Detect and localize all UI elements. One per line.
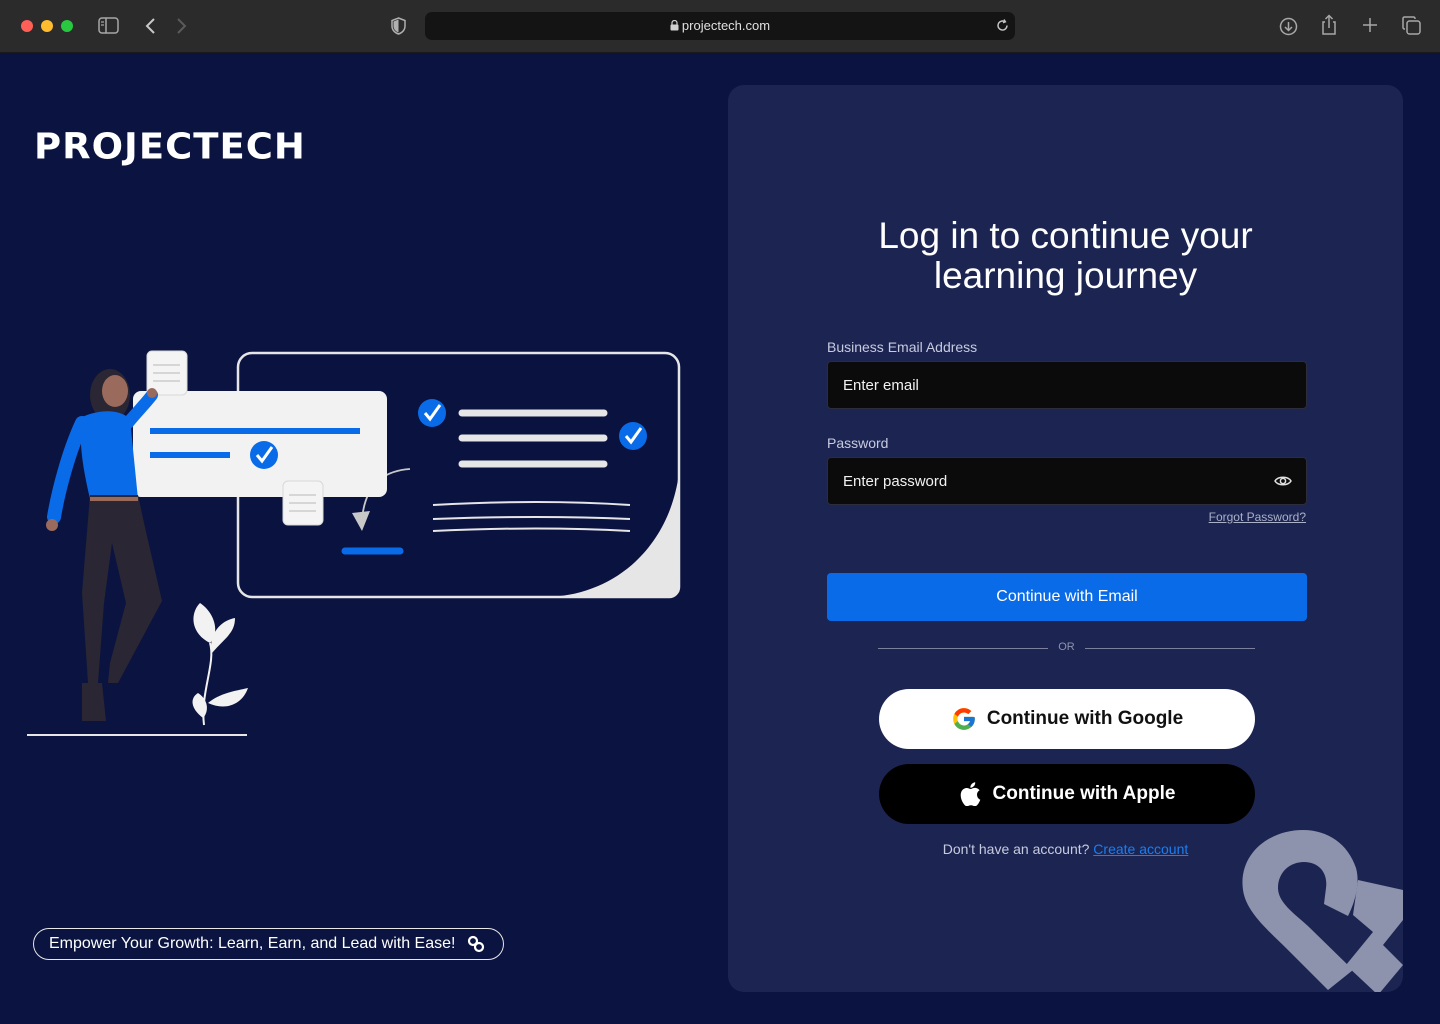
login-card: Log in to continue your learning journey…	[728, 85, 1403, 992]
hero-illustration	[27, 350, 681, 736]
continue-with-email-button[interactable]: Continue with Email	[827, 573, 1307, 621]
show-password-eye-icon[interactable]	[1274, 473, 1292, 489]
password-field[interactable]: Enter password	[827, 457, 1307, 505]
no-account-text: Don't have an account?	[942, 841, 1090, 857]
apple-icon	[960, 782, 980, 806]
google-button-label: Continue with Google	[986, 708, 1184, 729]
forgot-password-link[interactable]: Forgot Password?	[1209, 510, 1306, 524]
brand-logo[interactable]: PROJECTECH	[34, 126, 306, 167]
google-icon	[953, 708, 975, 730]
reload-icon[interactable]	[996, 19, 1009, 32]
divider-line-right	[1085, 648, 1255, 649]
lock-icon	[670, 19, 679, 31]
continue-with-google-button[interactable]: Continue with Google	[879, 689, 1255, 749]
maximize-window-button[interactable]	[61, 20, 73, 32]
login-heading-line-2: learning journey	[933, 255, 1198, 296]
close-window-button[interactable]	[21, 20, 33, 32]
privacy-shield-icon[interactable]	[391, 17, 406, 35]
url-label: projectech.com	[681, 18, 771, 33]
url-text: projectech.com	[425, 18, 1015, 33]
page: PROJECTECH Empower Your Growth: Learn, E…	[0, 53, 1440, 1024]
new-tab-icon[interactable]	[1362, 17, 1378, 33]
address-bar[interactable]: projectech.com	[425, 12, 1015, 40]
browser-toolbar: projectech.com	[0, 0, 1440, 53]
downloads-icon[interactable]	[1279, 17, 1298, 36]
back-arrow-icon[interactable]	[144, 17, 156, 35]
email-field[interactable]: Enter email	[827, 361, 1307, 409]
tagline-text: Empower Your Growth: Learn, Earn, and Le…	[49, 935, 456, 952]
link-icon	[467, 935, 485, 953]
email-label: Business Email Address	[827, 339, 978, 355]
tab-overview-icon[interactable]	[1402, 16, 1421, 35]
login-heading: Log in to continue your learning journey	[728, 216, 1403, 296]
brand-watermark-icon	[1242, 830, 1403, 992]
forward-arrow-icon[interactable]	[176, 17, 188, 35]
tagline-pill: Empower Your Growth: Learn, Earn, and Le…	[33, 928, 504, 960]
sidebar-toggle-icon[interactable]	[98, 17, 119, 34]
apple-button-label: Continue with Apple	[992, 783, 1176, 804]
continue-with-apple-button[interactable]: Continue with Apple	[879, 764, 1255, 824]
email-placeholder: Enter email	[843, 376, 919, 394]
login-heading-line-1: Log in to continue your	[878, 215, 1253, 256]
password-placeholder: Enter password	[843, 472, 948, 490]
create-account-link[interactable]: Create account	[1093, 841, 1188, 857]
minimize-window-button[interactable]	[41, 20, 53, 32]
password-label: Password	[827, 435, 889, 451]
or-divider: OR	[878, 641, 1255, 655]
or-label: OR	[1058, 641, 1075, 653]
share-icon[interactable]	[1321, 14, 1337, 36]
